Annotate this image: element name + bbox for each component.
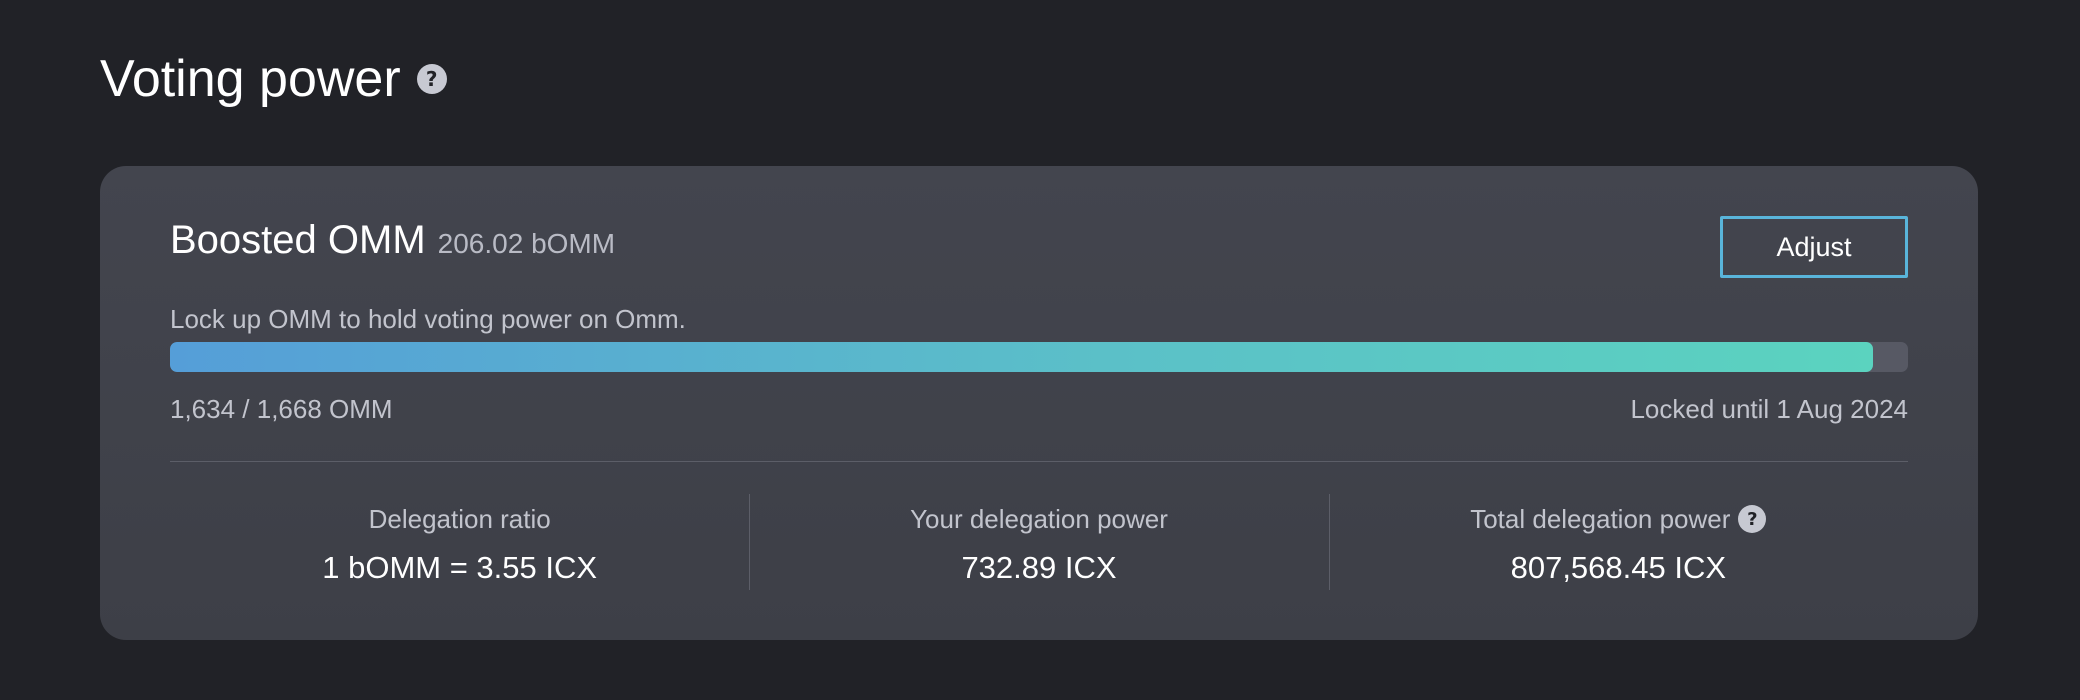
- stat-value: 732.89 ICX: [961, 550, 1117, 585]
- stat-label: Delegation ratio: [368, 503, 551, 534]
- stat-delegation-ratio: Delegation ratio 1 bOMM = 3.55 ICX: [170, 494, 749, 590]
- lock-expiry-label: Locked until 1 Aug 2024: [1630, 394, 1908, 424]
- stat-label: Total delegation power: [1470, 503, 1731, 534]
- lock-progress-bar: [170, 342, 1908, 372]
- page-header: Voting power ?: [100, 48, 447, 110]
- page-title: Voting power: [100, 50, 401, 108]
- stat-label: Your delegation power: [910, 503, 1168, 534]
- boosted-omm-card: Boosted OMM 206.02 bOMM Adjust Lock up O…: [100, 166, 1978, 640]
- delegation-stats: Delegation ratio 1 bOMM = 3.55 ICX Your …: [170, 494, 1908, 590]
- adjust-button[interactable]: Adjust: [1720, 216, 1908, 278]
- divider: [170, 461, 1908, 462]
- locked-amount-label: 1,634 / 1,668 OMM: [170, 394, 393, 424]
- question-circle-icon[interactable]: ?: [1738, 505, 1767, 533]
- card-title-row: Boosted OMM 206.02 bOMM: [170, 218, 615, 263]
- stat-total-delegation-power: Total delegation power ? 807,568.45 ICX: [1328, 494, 1908, 590]
- stat-value: 1 bOMM = 3.55 ICX: [322, 550, 598, 585]
- lock-progress-fill: [170, 342, 1874, 372]
- bomm-balance: 206.02 bOMM: [437, 228, 616, 259]
- card-title: Boosted OMM: [170, 218, 426, 262]
- stat-value: 807,568.45 ICX: [1510, 550, 1727, 585]
- card-description: Lock up OMM to hold voting power on Omm.: [170, 304, 686, 334]
- question-circle-icon[interactable]: ?: [416, 64, 447, 94]
- stat-your-delegation-power: Your delegation power 732.89 ICX: [749, 494, 1328, 590]
